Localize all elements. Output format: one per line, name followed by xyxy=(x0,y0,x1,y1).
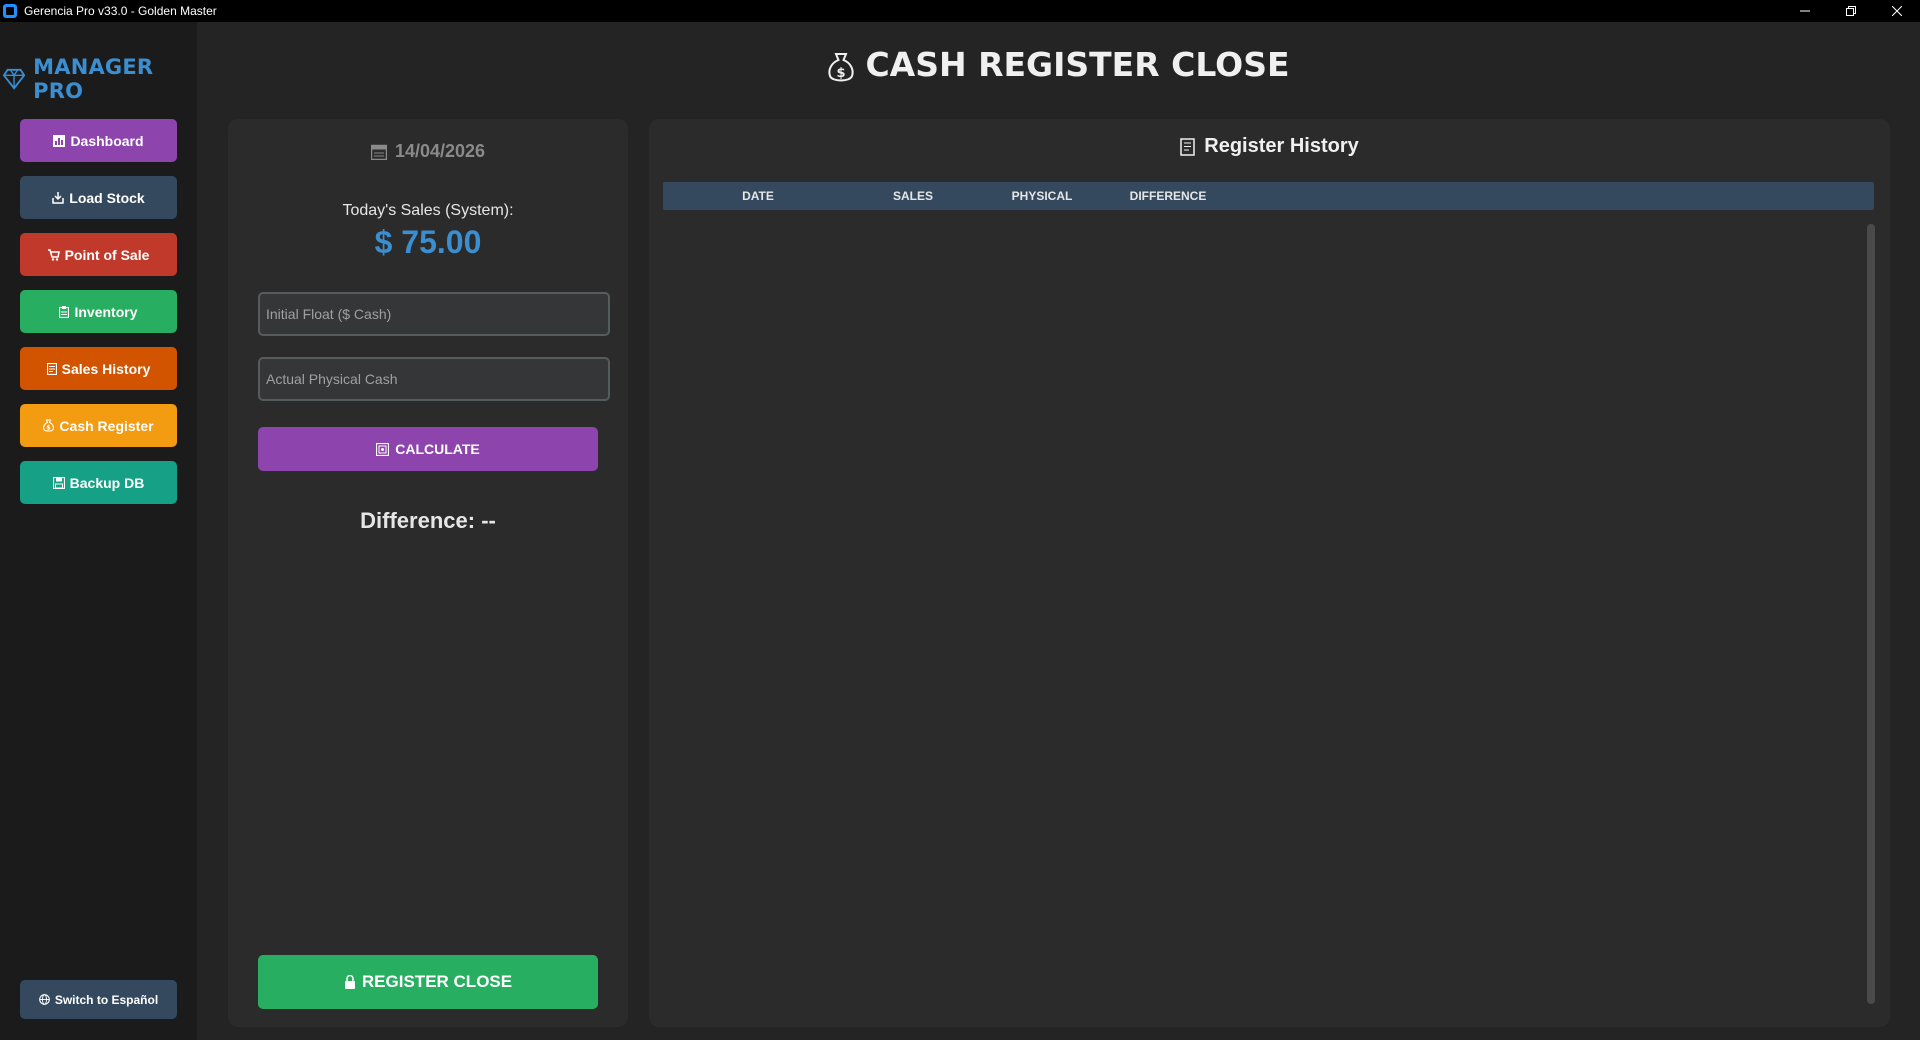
receipt-icon xyxy=(46,362,57,375)
history-header: Register History xyxy=(649,135,1890,158)
minimize-button[interactable] xyxy=(1782,0,1828,22)
diamond-icon xyxy=(3,68,26,90)
switch-language-button[interactable]: Switch to Español xyxy=(20,980,177,1019)
svg-text:$: $ xyxy=(47,425,51,432)
globe-icon xyxy=(38,994,50,1005)
svg-text:$: $ xyxy=(837,66,846,81)
sidebar-item-label: Load Stock xyxy=(69,189,145,206)
physical-cash-input[interactable] xyxy=(258,357,610,401)
calculator-icon xyxy=(376,442,390,456)
difference-label: Difference: -- xyxy=(360,508,496,533)
minimize-icon xyxy=(1800,10,1810,12)
inbox-icon xyxy=(52,191,65,204)
date-display: 14/04/2026 xyxy=(228,141,628,162)
close-icon xyxy=(1892,6,1902,16)
calendar-icon xyxy=(370,144,387,160)
column-header-difference[interactable]: DIFFERENCE xyxy=(1103,182,1233,210)
register-close-label: REGISTER CLOSE xyxy=(361,972,513,991)
sidebar-item-inventory[interactable]: Inventory xyxy=(20,290,177,333)
window-titlebar: Gerencia Pro v33.0 - Golden Master xyxy=(0,0,1920,22)
history-scrollbar[interactable] xyxy=(1867,224,1875,1004)
sidebar-item-label: Cash Register xyxy=(59,417,154,434)
calculate-label: CALCULATE xyxy=(395,441,480,457)
page-header: $ CASH REGISTER CLOSE xyxy=(197,44,1920,84)
sidebar-item-sales-history[interactable]: Sales History xyxy=(20,347,177,390)
switch-language-label: Switch to Español xyxy=(54,992,159,1007)
sidebar-item-label: Inventory xyxy=(74,303,138,320)
cart-icon xyxy=(47,248,60,261)
history-title: Register History xyxy=(1204,135,1359,157)
sidebar-item-load-stock[interactable]: Load Stock xyxy=(20,176,177,219)
register-close-button[interactable]: REGISTER CLOSE xyxy=(258,955,598,1009)
logo: MANAGER PRO xyxy=(3,55,197,103)
todays-sales-value: $ 75.00 xyxy=(374,224,482,260)
initial-float-input[interactable] xyxy=(258,292,610,336)
chart-icon xyxy=(53,134,66,147)
lock-icon xyxy=(344,975,356,989)
sidebar-item-backup-db[interactable]: Backup DB xyxy=(20,461,177,504)
todays-sales-label: Today's Sales (System): xyxy=(342,202,514,219)
column-header-date[interactable]: DATE xyxy=(693,182,823,210)
sidebar: MANAGER PRO Dashboard Load Stock Point o… xyxy=(0,22,197,1040)
money-bag-icon: $ xyxy=(43,419,55,432)
receipt-icon xyxy=(1180,137,1196,156)
restore-button[interactable] xyxy=(1828,0,1874,22)
clipboard-icon xyxy=(59,305,70,318)
logo-text: MANAGER PRO xyxy=(33,55,154,103)
sidebar-item-label: Dashboard xyxy=(70,132,144,149)
window-title: Gerencia Pro v33.0 - Golden Master xyxy=(24,4,217,18)
register-close-panel: 14/04/2026 Today's Sales (System): $ 75.… xyxy=(228,119,628,1027)
restore-icon xyxy=(1846,6,1856,16)
sidebar-item-point-of-sale[interactable]: Point of Sale xyxy=(20,233,177,276)
money-bag-icon: $ xyxy=(827,52,855,84)
current-date: 14/04/2026 xyxy=(394,141,486,161)
sidebar-item-label: Sales History xyxy=(61,360,151,377)
column-header-sales[interactable]: SALES xyxy=(848,182,978,210)
close-window-button[interactable] xyxy=(1874,0,1920,22)
window-controls xyxy=(1782,0,1920,22)
history-table-header: DATE SALES PHYSICAL DIFFERENCE xyxy=(663,182,1874,210)
history-table-body xyxy=(663,212,1874,1012)
register-history-panel: Register History DATE SALES PHYSICAL DIF… xyxy=(649,119,1890,1027)
calculate-button[interactable]: CALCULATE xyxy=(258,427,598,471)
column-header-physical[interactable]: PHYSICAL xyxy=(977,182,1107,210)
floppy-icon xyxy=(52,476,65,489)
sidebar-item-label: Point of Sale xyxy=(64,246,150,263)
sidebar-item-dashboard[interactable]: Dashboard xyxy=(20,119,177,162)
sidebar-item-cash-register[interactable]: $ Cash Register xyxy=(20,404,177,447)
page-title: CASH REGISTER CLOSE xyxy=(865,44,1290,84)
sidebar-item-label: Backup DB xyxy=(69,474,145,491)
app-icon xyxy=(3,4,17,18)
